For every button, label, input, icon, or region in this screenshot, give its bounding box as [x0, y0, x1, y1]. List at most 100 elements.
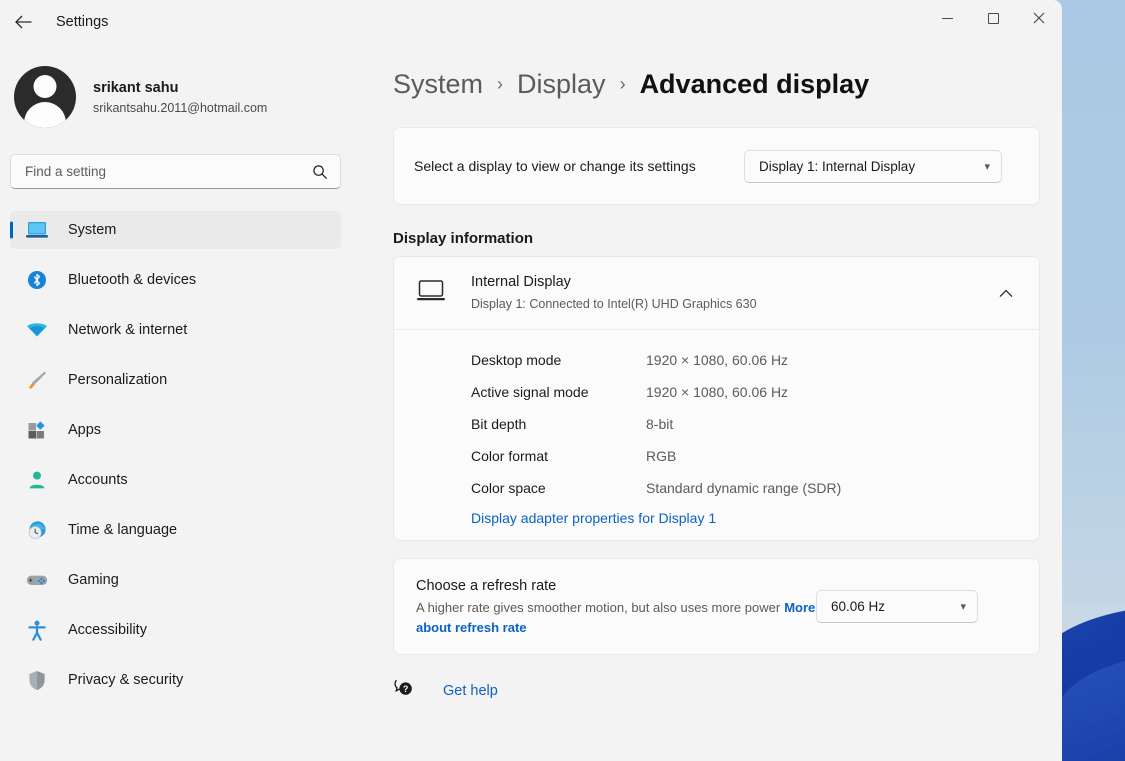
sidebar: srikant sahu srikantsahu.2011@hotmail.co…	[0, 44, 355, 761]
title-bar: Settings	[0, 0, 1062, 44]
sidebar-item-label: Time & language	[68, 522, 177, 538]
sidebar-item-label: Apps	[68, 422, 101, 438]
wifi-icon	[24, 319, 50, 341]
spec-key: Color format	[471, 448, 646, 464]
refresh-rate-texts: Choose a refresh rate A higher rate give…	[416, 575, 816, 638]
breadcrumb-display[interactable]: Display	[517, 69, 606, 100]
search-input[interactable]	[25, 164, 312, 179]
monitor-icon	[416, 279, 450, 308]
refresh-rate-title: Choose a refresh rate	[416, 575, 816, 597]
maximize-button[interactable]	[970, 0, 1016, 36]
apps-icon	[24, 419, 50, 441]
window-controls	[924, 0, 1062, 44]
maximize-icon	[988, 13, 999, 24]
account-name: srikant sahu	[93, 78, 267, 98]
select-display-card: Select a display to view or change its s…	[393, 127, 1040, 205]
sidebar-item-time-language[interactable]: Time & language	[10, 511, 341, 549]
internal-display-subtitle: Display 1: Connected to Intel(R) UHD Gra…	[471, 295, 993, 314]
sidebar-item-network-internet[interactable]: Network & internet	[10, 311, 341, 349]
paintbrush-icon	[24, 369, 50, 391]
avatar-head	[34, 75, 57, 98]
sidebar-item-accounts[interactable]: Accounts	[10, 461, 341, 499]
refresh-rate-dropdown[interactable]: 60.06 Hz ▾	[816, 590, 978, 623]
search-icon	[312, 164, 328, 180]
refresh-rate-card: Choose a refresh rate A higher rate give…	[393, 558, 1040, 655]
select-display-label: Select a display to view or change its s…	[414, 156, 744, 177]
spec-row: Active signal mode 1920 × 1080, 60.06 Hz	[394, 376, 1039, 408]
minimize-button[interactable]	[924, 0, 970, 36]
gamepad-icon	[24, 569, 50, 591]
svg-text:?: ?	[403, 684, 409, 694]
accounts-icon	[24, 469, 50, 491]
spec-row: Color space Standard dynamic range (SDR)	[394, 472, 1039, 504]
account-email: srikantsahu.2011@hotmail.com	[93, 99, 267, 117]
sidebar-item-label: Network & internet	[68, 322, 187, 338]
spec-value: 1920 × 1080, 60.06 Hz	[646, 384, 788, 400]
spec-key: Bit depth	[471, 416, 646, 432]
spec-key: Color space	[471, 480, 646, 496]
refresh-rate-value: 60.06 Hz	[831, 599, 885, 614]
chevron-up-icon[interactable]	[993, 280, 1019, 307]
back-button[interactable]	[4, 6, 42, 38]
sidebar-item-bluetooth-devices[interactable]: Bluetooth & devices	[10, 261, 341, 299]
sidebar-item-privacy-security[interactable]: Privacy & security	[10, 661, 341, 699]
breadcrumb: System › Display › Advanced display	[355, 44, 1062, 100]
breadcrumb-separator: ›	[620, 74, 626, 95]
sidebar-item-personalization[interactable]: Personalization	[10, 361, 341, 399]
chevron-down-icon: ▾	[984, 160, 990, 173]
sidebar-nav: System Bluetooth & devices	[0, 211, 355, 699]
content-pane: System › Display › Advanced display Sele…	[355, 44, 1062, 761]
desktop-background: Settings	[0, 0, 1125, 761]
sidebar-item-label: Gaming	[68, 572, 119, 588]
avatar	[14, 66, 76, 128]
bluetooth-icon	[24, 269, 50, 291]
refresh-rate-description-text: A higher rate gives smoother motion, but…	[416, 600, 780, 615]
close-button[interactable]	[1016, 0, 1062, 36]
settings-window: Settings	[0, 0, 1062, 761]
account-text: srikant sahu srikantsahu.2011@hotmail.co…	[93, 78, 267, 117]
close-icon	[1033, 12, 1045, 24]
system-icon	[24, 219, 50, 241]
sidebar-item-label: System	[68, 222, 116, 238]
sidebar-item-accessibility[interactable]: Accessibility	[10, 611, 341, 649]
spec-value: 1920 × 1080, 60.06 Hz	[646, 352, 788, 368]
spec-key: Desktop mode	[471, 352, 646, 368]
sidebar-item-label: Personalization	[68, 372, 167, 388]
clock-globe-icon	[24, 519, 50, 541]
sidebar-item-apps[interactable]: Apps	[10, 411, 341, 449]
get-help-row[interactable]: ? Get help	[393, 677, 1062, 704]
get-help-label[interactable]: Get help	[443, 683, 498, 699]
spec-row: Color format RGB	[394, 440, 1039, 472]
internal-display-texts: Internal Display Display 1: Connected to…	[471, 272, 993, 314]
shield-icon	[24, 669, 50, 691]
help-question-icon: ?	[393, 677, 415, 704]
display-adapter-properties-link[interactable]: Display adapter properties for Display 1	[471, 510, 716, 526]
account-summary[interactable]: srikant sahu srikantsahu.2011@hotmail.co…	[0, 44, 355, 128]
sidebar-item-gaming[interactable]: Gaming	[10, 561, 341, 599]
accessibility-icon	[24, 619, 50, 641]
sidebar-item-label: Privacy & security	[68, 672, 183, 688]
sidebar-item-label: Accessibility	[68, 622, 147, 638]
back-arrow-icon	[15, 15, 32, 29]
page-title: Advanced display	[640, 69, 870, 100]
display-selector-value: Display 1: Internal Display	[759, 159, 915, 174]
app-title: Settings	[56, 14, 108, 30]
internal-display-row[interactable]: Internal Display Display 1: Connected to…	[394, 257, 1039, 329]
display-specs-table: Desktop mode 1920 × 1080, 60.06 Hz Activ…	[394, 330, 1039, 540]
spec-row: Desktop mode 1920 × 1080, 60.06 Hz	[394, 344, 1039, 376]
internal-display-name: Internal Display	[471, 272, 993, 293]
chevron-down-icon: ▾	[960, 600, 966, 613]
search-box[interactable]	[10, 154, 341, 189]
spec-value: RGB	[646, 448, 676, 464]
spec-key: Active signal mode	[471, 384, 646, 400]
display-selector-dropdown[interactable]: Display 1: Internal Display ▾	[744, 150, 1002, 183]
minimize-icon	[942, 18, 953, 19]
sidebar-item-label: Accounts	[68, 472, 128, 488]
display-information-heading: Display information	[393, 230, 1062, 247]
sidebar-item-label: Bluetooth & devices	[68, 272, 196, 288]
display-information-card: Internal Display Display 1: Connected to…	[393, 256, 1040, 541]
spec-value: 8-bit	[646, 416, 673, 432]
breadcrumb-system[interactable]: System	[393, 69, 483, 100]
spec-value: Standard dynamic range (SDR)	[646, 480, 841, 496]
sidebar-item-system[interactable]: System	[10, 211, 341, 249]
